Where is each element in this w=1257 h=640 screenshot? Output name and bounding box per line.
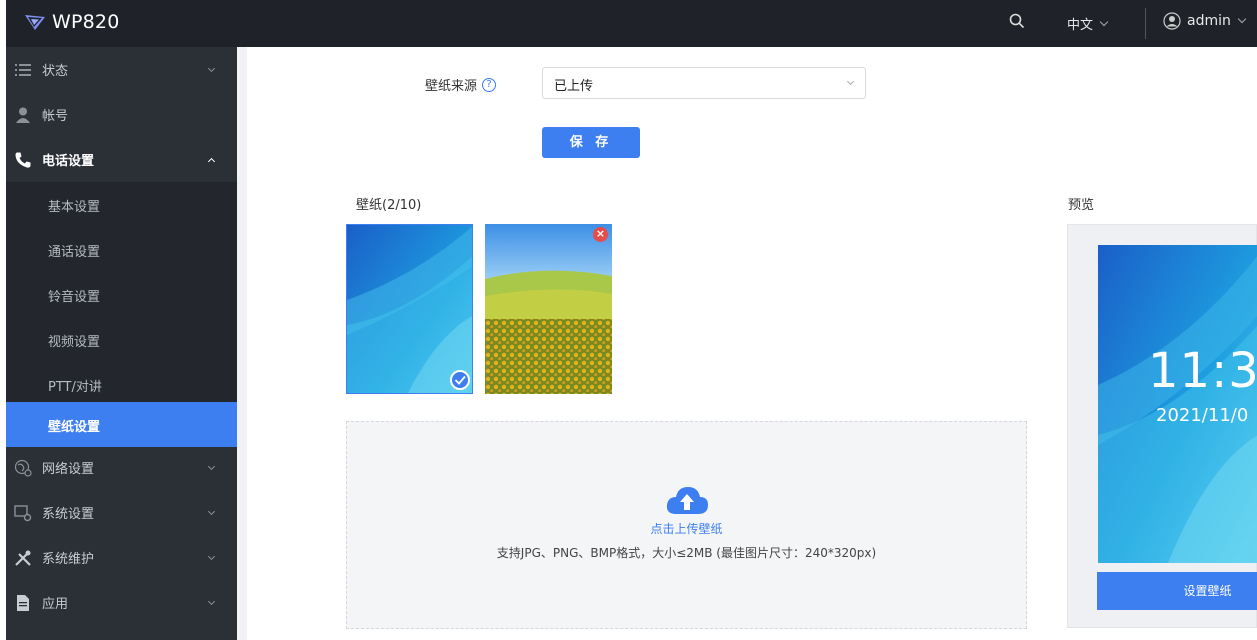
sidebar-subitem-video[interactable]: 视频设置 xyxy=(0,317,237,362)
wallpaper-source-label: 壁纸来源 ? xyxy=(425,75,497,94)
chevron-down-icon xyxy=(207,462,216,471)
search-icon xyxy=(1009,13,1025,29)
sidebar-subitem-ptt[interactable]: PTT/对讲 xyxy=(0,362,237,407)
sidebar-item-label: 帐号 xyxy=(42,109,69,124)
sidebar-item-status[interactable]: 状态 xyxy=(0,47,237,92)
network-icon xyxy=(14,459,32,477)
sidebar-subitem-label: PTT/对讲 xyxy=(48,380,102,395)
help-icon[interactable]: ? xyxy=(482,77,497,92)
username: admin xyxy=(1187,13,1231,29)
sidebar-subitem-label: 铃音设置 xyxy=(48,290,101,305)
selected-check-icon xyxy=(450,370,470,390)
user-icon xyxy=(16,107,30,123)
preview-wallpaper xyxy=(1098,245,1257,563)
chevron-down-icon xyxy=(207,597,216,606)
chevron-down-icon xyxy=(207,64,216,73)
window-left-edge xyxy=(0,0,6,640)
sidebar-item-network[interactable]: 网络设置 xyxy=(0,445,237,490)
brand-logo-icon xyxy=(25,15,45,30)
preview-clock: 11:3 xyxy=(1148,343,1257,399)
preview-date: 2021/11/0 xyxy=(1156,405,1249,426)
sidebar-subitem-label: 视频设置 xyxy=(48,335,101,350)
chevron-down-icon xyxy=(1237,14,1247,24)
preview-panel: 11:3 2021/11/0 设置壁纸 xyxy=(1067,224,1257,628)
wallpaper-source-select[interactable]: 已上传 xyxy=(542,67,866,99)
sidebar-subitem-wallpaper[interactable]: 壁纸设置 xyxy=(0,402,237,447)
wallpaper-thumbnail-default[interactable] xyxy=(346,224,473,394)
chevron-down-icon xyxy=(207,552,216,561)
sidebar-subitem-label: 基本设置 xyxy=(48,200,101,215)
wallpaper-source-text: 壁纸来源 xyxy=(425,79,478,94)
wallpaper-list-title: 壁纸(2/10) xyxy=(356,198,422,213)
phone-icon xyxy=(15,152,31,168)
upload-title: 点击上传壁纸 xyxy=(650,522,723,536)
chevron-up-icon xyxy=(207,157,216,166)
wallpaper-thumbnail-uploaded[interactable]: × xyxy=(485,224,612,394)
sidebar-item-maintenance[interactable]: 系统维护 xyxy=(0,535,237,580)
user-menu[interactable]: admin xyxy=(1163,12,1247,30)
chevron-down-icon xyxy=(1099,17,1109,26)
language-selector[interactable]: 中文 xyxy=(1067,14,1109,33)
chevron-down-icon xyxy=(207,507,216,516)
language-label: 中文 xyxy=(1067,18,1094,33)
avatar-icon xyxy=(1163,12,1181,30)
sidebar-item-label: 电话设置 xyxy=(42,154,95,169)
save-button[interactable]: 保 存 xyxy=(542,127,640,158)
tools-icon xyxy=(15,550,31,566)
preview-title: 预览 xyxy=(1068,198,1095,213)
set-wallpaper-button[interactable]: 设置壁纸 xyxy=(1097,572,1257,610)
sidebar-item-label: 应用 xyxy=(42,597,69,612)
sidebar: 状态 帐号 电话设置 基本设置 通话设置 铃音设置 视频设置 PTT/对讲 壁纸… xyxy=(0,47,237,640)
top-divider xyxy=(1145,8,1146,39)
list-icon xyxy=(15,64,31,76)
content-edge xyxy=(237,47,247,640)
sidebar-item-label: 网络设置 xyxy=(42,462,95,477)
settings-icon xyxy=(14,505,32,522)
sidebar-item-system-settings[interactable]: 系统设置 xyxy=(0,490,237,535)
app-title: WP820 xyxy=(52,11,120,33)
sidebar-item-apps[interactable]: 应用 xyxy=(0,580,237,625)
sidebar-item-account[interactable]: 帐号 xyxy=(0,92,237,137)
app-logo[interactable]: WP820 xyxy=(24,11,120,33)
sidebar-subitem-basic[interactable]: 基本设置 xyxy=(0,182,237,227)
sidebar-item-label: 系统设置 xyxy=(42,507,95,522)
sidebar-item-label: 状态 xyxy=(42,64,69,79)
search-button[interactable] xyxy=(1009,13,1025,33)
top-bar: WP820 中文 admin xyxy=(0,0,1257,47)
sidebar-item-phone-settings[interactable]: 电话设置 xyxy=(0,137,237,182)
upload-hint: 支持JPG、PNG、BMP格式，大小≤2MB (最佳图片尺寸：240*320px… xyxy=(496,546,877,560)
sidebar-subitem-call[interactable]: 通话设置 xyxy=(0,227,237,272)
preview-screen: 11:3 2021/11/0 xyxy=(1098,245,1257,563)
wallpaper-source-value: 已上传 xyxy=(554,79,594,94)
wallpaper-image xyxy=(347,225,472,393)
sidebar-subitem-label: 壁纸设置 xyxy=(48,420,101,435)
upload-dropzone[interactable]: 点击上传壁纸 支持JPG、PNG、BMP格式，大小≤2MB (最佳图片尺寸：24… xyxy=(346,421,1027,629)
chevron-down-icon xyxy=(846,77,855,86)
document-icon xyxy=(17,595,29,611)
cloud-upload-icon xyxy=(666,487,708,514)
sidebar-subitem-ringtone[interactable]: 铃音设置 xyxy=(0,272,237,317)
wallpaper-image xyxy=(485,224,612,394)
sidebar-subitem-label: 通话设置 xyxy=(48,245,101,260)
delete-icon[interactable]: × xyxy=(593,227,608,242)
sidebar-item-label: 系统维护 xyxy=(42,552,95,567)
